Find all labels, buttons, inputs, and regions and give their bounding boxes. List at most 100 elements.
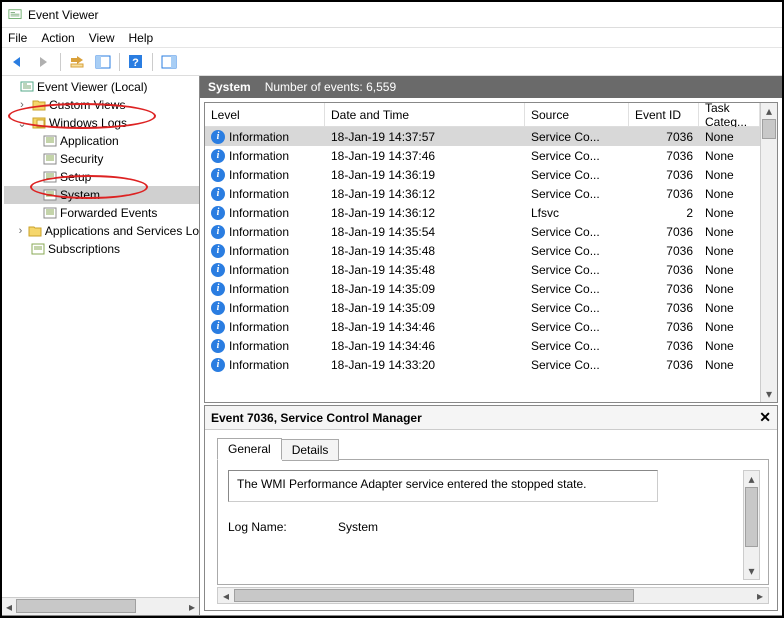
- log-header: System Number of events: 6,559: [200, 76, 782, 98]
- info-icon: i: [211, 130, 225, 144]
- scroll-left-icon[interactable]: ◂: [218, 588, 234, 603]
- scroll-up-icon[interactable]: ▴: [761, 103, 777, 119]
- forward-button[interactable]: [32, 51, 56, 73]
- menu-view[interactable]: View: [89, 31, 115, 45]
- table-row[interactable]: iInformation18-Jan-19 14:34:46Service Co…: [205, 317, 760, 336]
- action-pane-button[interactable]: [157, 51, 181, 73]
- tree-label: Custom Views: [49, 98, 125, 112]
- tree-label: Subscriptions: [48, 242, 120, 256]
- info-icon: i: [211, 282, 225, 296]
- cell-event-id: 7036: [629, 263, 699, 277]
- properties-button[interactable]: [91, 51, 115, 73]
- cell-event-id: 7036: [629, 282, 699, 296]
- tree-root[interactable]: Event Viewer (Local): [4, 78, 199, 96]
- scroll-down-icon[interactable]: ▾: [744, 563, 759, 579]
- scrollbar-thumb[interactable]: [16, 599, 136, 613]
- cell-event-id: 7036: [629, 130, 699, 144]
- help-button[interactable]: ?: [124, 51, 148, 73]
- table-row[interactable]: iInformation18-Jan-19 14:36:12Service Co…: [205, 184, 760, 203]
- cell-event-id: 7036: [629, 339, 699, 353]
- scroll-right-icon[interactable]: ▸: [185, 598, 199, 615]
- grid-vertical-scrollbar[interactable]: ▴ ▾: [760, 103, 777, 402]
- title-bar: Event Viewer: [2, 2, 782, 28]
- cell-source: Service Co...: [525, 244, 629, 258]
- tab-details[interactable]: Details: [282, 439, 340, 461]
- tree-label: Security: [60, 152, 103, 166]
- cell-date: 18-Jan-19 14:35:48: [325, 263, 525, 277]
- tree-security[interactable]: Security: [4, 150, 199, 168]
- table-row[interactable]: iInformation18-Jan-19 14:35:48Service Co…: [205, 241, 760, 260]
- menu-file[interactable]: File: [8, 31, 27, 45]
- menu-action[interactable]: Action: [41, 31, 74, 45]
- scroll-up-icon[interactable]: ▴: [744, 471, 759, 487]
- back-button[interactable]: [6, 51, 30, 73]
- tree-application[interactable]: Application: [4, 132, 199, 150]
- cell-source: Service Co...: [525, 320, 629, 334]
- table-row[interactable]: iInformation18-Jan-19 14:33:20Service Co…: [205, 355, 760, 374]
- table-row[interactable]: iInformation18-Jan-19 14:35:54Service Co…: [205, 222, 760, 241]
- info-icon: i: [211, 301, 225, 315]
- tree-forwarded[interactable]: Forwarded Events: [4, 204, 199, 222]
- cell-source: Lfsvc: [525, 206, 629, 220]
- tree-setup[interactable]: Setup: [4, 168, 199, 186]
- tree-custom-views[interactable]: › Custom Views: [4, 96, 199, 114]
- menu-help[interactable]: Help: [129, 31, 154, 45]
- col-category[interactable]: Task Categ...: [699, 103, 760, 126]
- col-event-id[interactable]: Event ID: [629, 103, 699, 126]
- scrollbar-thumb[interactable]: [762, 119, 776, 139]
- cell-level: Information: [229, 225, 289, 239]
- scrollbar-thumb[interactable]: [234, 589, 634, 602]
- cell-source: Service Co...: [525, 282, 629, 296]
- tree-system[interactable]: System: [4, 186, 199, 204]
- cell-event-id: 7036: [629, 301, 699, 315]
- tree-pane: Event Viewer (Local) › Custom Views ⌄ Wi…: [2, 76, 200, 615]
- expand-icon[interactable]: ›: [16, 99, 28, 111]
- scrollbar-thumb[interactable]: [745, 487, 758, 547]
- svg-text:?: ?: [132, 57, 139, 69]
- show-hide-tree-button[interactable]: [65, 51, 89, 73]
- cell-category: None: [699, 339, 760, 353]
- table-row[interactable]: iInformation18-Jan-19 14:35:09Service Co…: [205, 279, 760, 298]
- table-row[interactable]: iInformation18-Jan-19 14:35:48Service Co…: [205, 260, 760, 279]
- cell-category: None: [699, 301, 760, 315]
- tree-windows-logs[interactable]: ⌄ Windows Logs: [4, 114, 199, 132]
- table-row[interactable]: iInformation18-Jan-19 14:37:57Service Co…: [205, 127, 760, 146]
- col-level[interactable]: Level: [205, 103, 325, 126]
- expand-icon[interactable]: ›: [16, 225, 25, 237]
- tree-label: System: [60, 188, 100, 202]
- cell-category: None: [699, 358, 760, 372]
- app-icon: [8, 8, 22, 22]
- cell-category: None: [699, 168, 760, 182]
- table-row[interactable]: iInformation18-Jan-19 14:34:46Service Co…: [205, 336, 760, 355]
- collapse-icon[interactable]: ⌄: [16, 117, 28, 130]
- cell-category: None: [699, 225, 760, 239]
- table-row[interactable]: iInformation18-Jan-19 14:37:46Service Co…: [205, 146, 760, 165]
- scroll-left-icon[interactable]: ◂: [2, 598, 16, 615]
- scroll-down-icon[interactable]: ▾: [761, 386, 777, 402]
- tree-apps-services[interactable]: › Applications and Services Lo: [4, 222, 199, 240]
- tree[interactable]: Event Viewer (Local) › Custom Views ⌄ Wi…: [2, 76, 199, 597]
- detail-vertical-scrollbar[interactable]: ▴ ▾: [743, 470, 760, 580]
- tab-general[interactable]: General: [217, 438, 282, 460]
- scroll-right-icon[interactable]: ▸: [752, 588, 768, 603]
- tree-subscriptions[interactable]: Subscriptions: [4, 240, 199, 258]
- table-row[interactable]: iInformation18-Jan-19 14:36:19Service Co…: [205, 165, 760, 184]
- folder-icon: [31, 98, 46, 113]
- info-icon: i: [211, 168, 225, 182]
- cell-level: Information: [229, 168, 289, 182]
- tree-horizontal-scrollbar[interactable]: ◂ ▸: [2, 597, 199, 615]
- cell-date: 18-Jan-19 14:34:46: [325, 320, 525, 334]
- col-source[interactable]: Source: [525, 103, 629, 126]
- event-detail-pane: Event 7036, Service Control Manager ✕ Ge…: [204, 405, 778, 611]
- content-pane: System Number of events: 6,559 Level Dat…: [200, 76, 782, 615]
- cell-date: 18-Jan-19 14:36:12: [325, 206, 525, 220]
- table-row[interactable]: iInformation18-Jan-19 14:36:12Lfsvc2None: [205, 203, 760, 222]
- col-date[interactable]: Date and Time: [325, 103, 525, 126]
- toolbar: ?: [2, 48, 782, 76]
- detail-horizontal-scrollbar[interactable]: ◂ ▸: [217, 587, 769, 604]
- cell-source: Service Co...: [525, 225, 629, 239]
- event-grid[interactable]: Level Date and Time Source Event ID Task…: [205, 103, 760, 402]
- close-button[interactable]: ✕: [759, 409, 771, 426]
- table-row[interactable]: iInformation18-Jan-19 14:35:09Service Co…: [205, 298, 760, 317]
- toolbar-divider: [119, 53, 120, 71]
